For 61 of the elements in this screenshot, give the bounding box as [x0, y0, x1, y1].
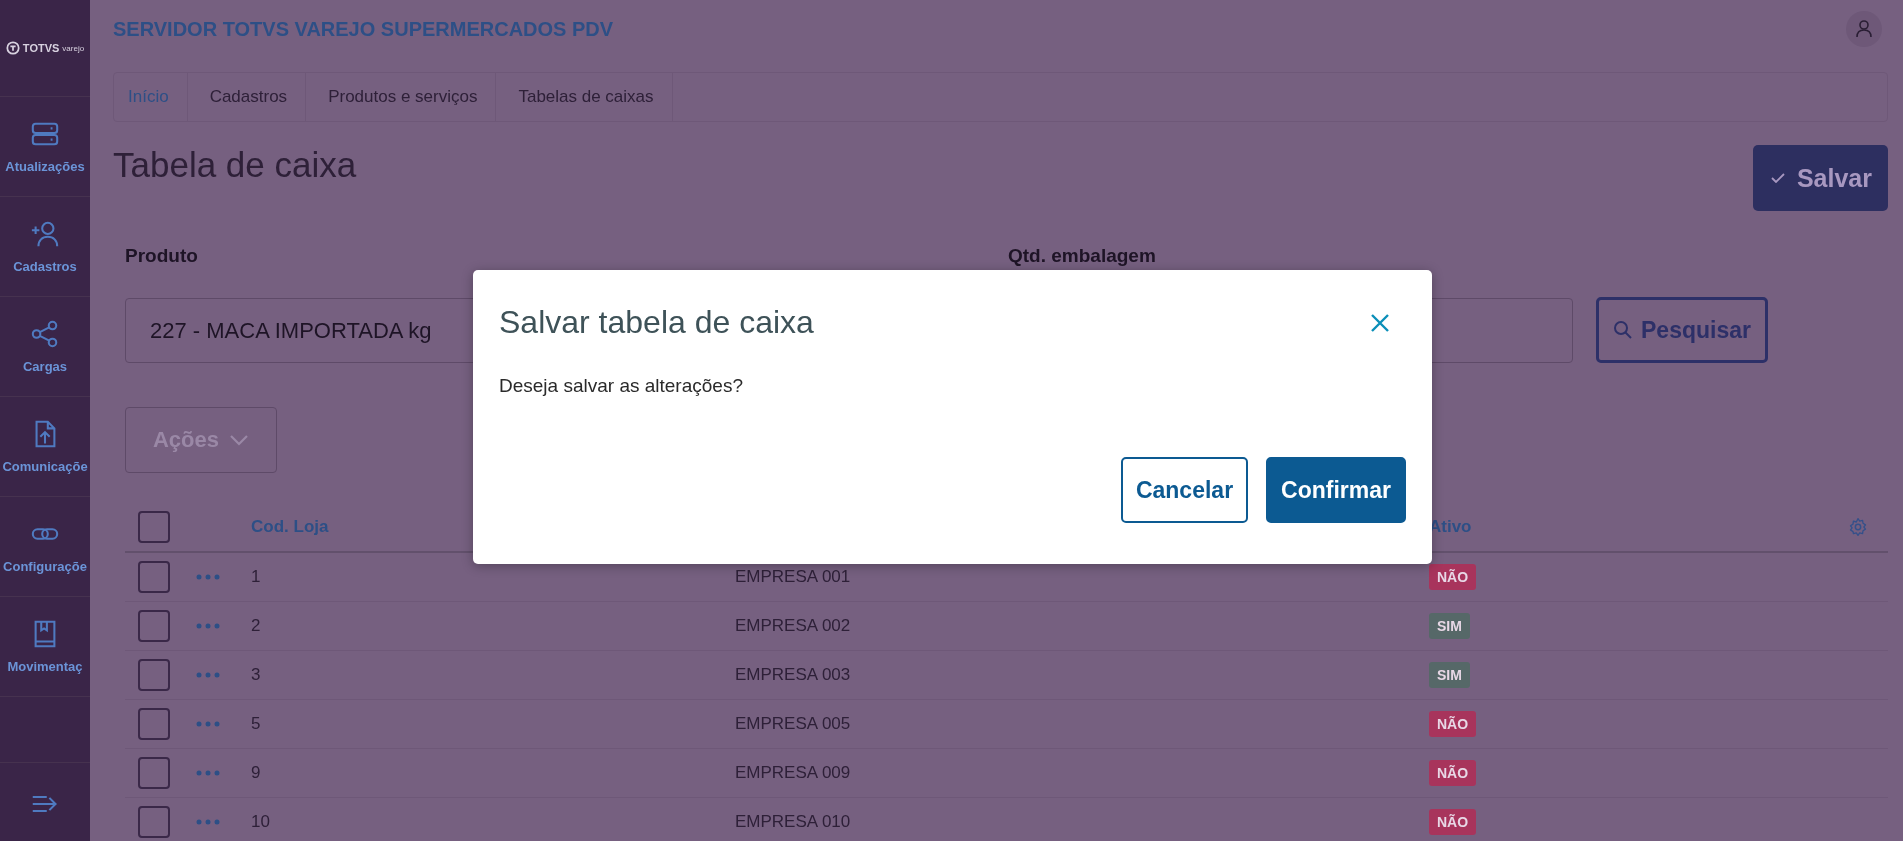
status-tag: NÃO: [1429, 711, 1477, 737]
table-cell-text: EMPRESA 001: [735, 567, 852, 587]
table-cell-text: EMPRESA 002: [735, 616, 852, 636]
table-cell-text: 1: [251, 567, 262, 587]
more-options-icon[interactable]: [196, 672, 220, 678]
table-cell-text: 9: [251, 763, 262, 783]
sidebar-item[interactable]: Comunicaçõe: [0, 397, 90, 497]
more-options-icon[interactable]: [196, 819, 220, 825]
table-cell-text: EMPRESA 005: [735, 714, 852, 734]
row-checkbox[interactable]: [138, 659, 170, 691]
sidebar-item[interactable]: Movimentaç: [0, 597, 90, 697]
chevron-down-icon: [229, 434, 249, 446]
cancel-button[interactable]: Cancelar: [1120, 457, 1249, 523]
table-cell-text: 2: [251, 616, 262, 636]
save-button[interactable]: Salvar: [1752, 145, 1888, 211]
table-cell-text: 3: [251, 665, 262, 685]
row-checkbox[interactable]: [138, 708, 170, 740]
app-title: SERVIDOR TOTVS VAREJO SUPERMERCADOS PDV: [113, 17, 614, 41]
status-tag: NÃO: [1429, 564, 1477, 590]
row-checkbox[interactable]: [138, 610, 170, 642]
row-checkbox[interactable]: [138, 757, 170, 789]
logo-subtext: varejo: [62, 43, 85, 53]
sidebar-item[interactable]: Atualizações: [0, 97, 90, 197]
share-icon: [30, 319, 60, 349]
more-options-icon[interactable]: [196, 574, 220, 580]
search-icon: [1613, 320, 1633, 340]
table-cell-text: 5: [251, 714, 262, 734]
confirm-button[interactable]: Confirmar: [1266, 457, 1406, 523]
sidebar-item[interactable]: Cargas: [0, 297, 90, 397]
table-cell-text: EMPRESA 003: [735, 665, 852, 685]
breadcrumb-item[interactable]: Produtos e serviços: [314, 73, 497, 121]
user-avatar-icon[interactable]: [1846, 11, 1882, 47]
add-user-icon: [30, 219, 60, 249]
breadcrumb-item[interactable]: Cadastros: [195, 73, 307, 121]
dialog-message: Deseja salvar as alterações?: [499, 375, 744, 398]
status-tag: NÃO: [1429, 760, 1477, 786]
settings-icon[interactable]: [1848, 517, 1868, 537]
page-title: Tabela de caixa: [113, 145, 357, 185]
dialog-title: Salvar tabela de caixa: [499, 304, 814, 341]
close-icon[interactable]: [1370, 312, 1390, 333]
status-tag: SIM: [1429, 662, 1470, 688]
table-cell-text: EMPRESA 010: [735, 812, 852, 832]
status-tag: SIM: [1429, 613, 1470, 639]
more-options-icon[interactable]: [196, 721, 220, 727]
logo-text: TOTVS: [22, 42, 60, 54]
check-icon: [1770, 173, 1785, 183]
more-options-icon[interactable]: [196, 770, 220, 776]
sidebar-item[interactable]: Configuraçõe: [0, 497, 90, 597]
field-label: Qtd. embalagem: [1008, 245, 1157, 267]
field-label: Produto: [125, 245, 199, 267]
sidebar-item[interactable]: Cadastros: [0, 197, 90, 297]
row-checkbox[interactable]: [138, 561, 170, 593]
status-tag: NÃO: [1429, 809, 1477, 835]
table-cell-text: EMPRESA 009: [735, 763, 852, 783]
more-options-icon[interactable]: [196, 623, 220, 629]
breadcrumb-item[interactable]: Tabelas de caixas: [504, 73, 673, 121]
row-checkbox[interactable]: [138, 806, 170, 838]
select-all-checkbox[interactable]: [138, 511, 170, 543]
collapse-menu-icon[interactable]: [31, 793, 59, 815]
table-cell-text: 10: [251, 812, 271, 832]
logo-icon: [5, 41, 20, 55]
